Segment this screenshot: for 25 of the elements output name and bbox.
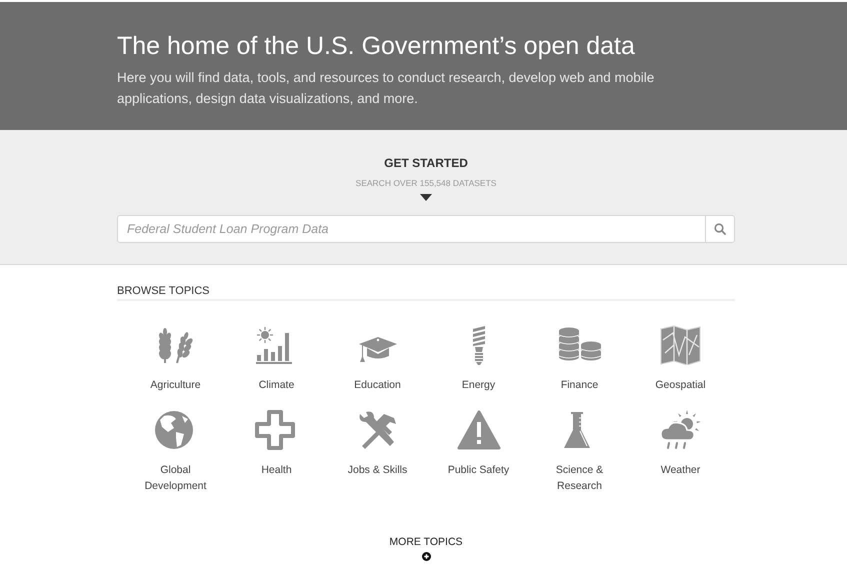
topic-link[interactable]: Global Development [132,410,218,494]
topic-link[interactable]: Public Safety [436,410,522,478]
topic-link[interactable]: Jobs & Skills [334,410,420,478]
down-triangle-icon [420,194,432,201]
topic-link[interactable]: Education [334,325,420,393]
hero-description: Here you will find data, tools, and resources to conduct research, develop web and mobile applications, design data visualizations, and more. [117,69,656,108]
hero-title: The home of the U.S. Government’s open data [117,31,636,62]
map-icon [658,325,702,365]
search-icon [714,223,726,235]
topic-link[interactable]: Agriculture [132,325,218,393]
light-bulb-icon [472,325,486,365]
topic-link[interactable]: Finance [536,325,622,393]
section-heading: BROWSE TOPICS [117,284,210,298]
topic-link[interactable]: Geospatial [638,325,724,393]
plus-icon[interactable] [422,552,430,561]
section-heading: GET STARTED [384,156,468,170]
topic-link[interactable]: Energy [436,325,522,393]
topic-link[interactable]: Health [234,410,320,478]
dataset-count: SEARCH OVER 155,548 DATASETS [356,177,496,189]
topic-link[interactable]: Climate [234,325,320,393]
topic-link[interactable]: Science & Research [536,410,622,494]
warning-icon [456,410,500,450]
topic-link[interactable]: Weather [638,410,724,478]
cloud-rain-icon [658,410,702,450]
more-topics-link[interactable]: MORE TOPICS [389,535,463,549]
